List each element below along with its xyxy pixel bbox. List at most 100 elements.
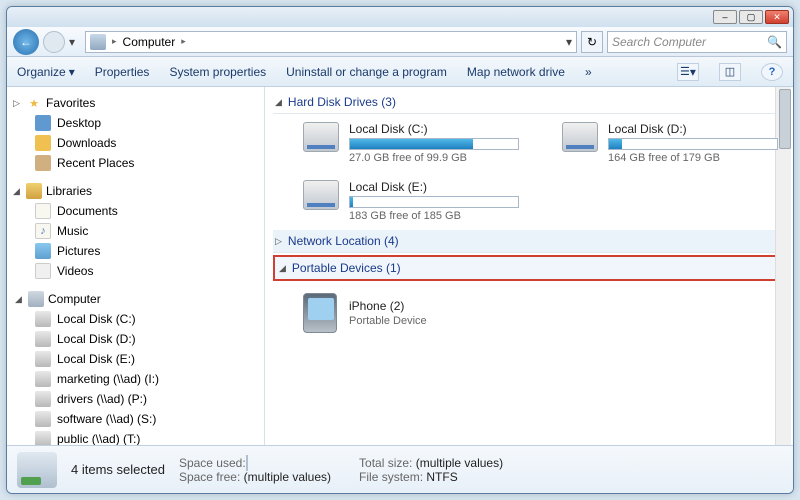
- sidebar-item-drive-i[interactable]: marketing (\\ad) (I:): [7, 369, 264, 389]
- network-drive-icon: [35, 371, 51, 387]
- file-system-label: File system:: [359, 470, 423, 484]
- sidebar-item-pictures[interactable]: Pictures: [7, 241, 264, 261]
- space-free-value: (multiple values): [244, 470, 331, 484]
- sidebar-item-drive-d[interactable]: Local Disk (D:): [7, 329, 264, 349]
- computer-icon: [90, 34, 106, 50]
- properties-button[interactable]: Properties: [95, 65, 150, 79]
- address-bar[interactable]: ▸ Computer ▸ ▾: [85, 31, 577, 53]
- device-name: iPhone (2): [349, 299, 427, 313]
- drive-icon: [562, 122, 598, 152]
- drive-icon: [35, 311, 51, 327]
- network-drive-icon: [35, 391, 51, 407]
- content-pane: ◢ Hard Disk Drives (3) Local Disk (C:) 2…: [265, 87, 793, 445]
- refresh-button[interactable]: ↻: [581, 31, 603, 53]
- group-hard-disk-drives[interactable]: ◢ Hard Disk Drives (3): [273, 91, 785, 114]
- computer-label: Computer: [48, 292, 101, 306]
- nav-history-dropdown[interactable]: ▾: [69, 35, 81, 49]
- minimize-button[interactable]: –: [713, 10, 737, 24]
- refresh-icon: ↻: [587, 35, 597, 49]
- space-used-label: Space used:: [179, 456, 246, 470]
- drive-item-d[interactable]: Local Disk (D:) 164 GB free of 179 GB: [562, 122, 781, 164]
- expand-icon: ▷: [275, 236, 282, 247]
- favorites-group[interactable]: ▷★Favorites: [7, 93, 264, 113]
- libraries-label: Libraries: [46, 184, 92, 198]
- capacity-bar: [349, 196, 519, 208]
- group-portable-devices[interactable]: ◢ Portable Devices (1): [273, 255, 785, 281]
- scrollbar-thumb[interactable]: [779, 89, 791, 149]
- sidebar-item-drive-s[interactable]: software (\\ad) (S:): [7, 409, 264, 429]
- desktop-icon: [35, 115, 51, 131]
- back-button[interactable]: ←: [13, 29, 39, 55]
- collapse-icon: ◢: [15, 294, 24, 305]
- drive-icon: [303, 180, 339, 210]
- space-free-label: Space free:: [179, 470, 240, 484]
- chevron-down-icon: ▾: [690, 65, 696, 79]
- sidebar-item-drive-p[interactable]: drivers (\\ad) (P:): [7, 389, 264, 409]
- sidebar-item-recent[interactable]: Recent Places: [7, 153, 264, 173]
- nav-bar: ← ▾ ▸ Computer ▸ ▾ ↻ Search Computer 🔍: [7, 27, 793, 57]
- drive-icon: [303, 122, 339, 152]
- address-dropdown-icon[interactable]: ▾: [566, 35, 572, 49]
- command-bar: Organize ▾ Properties System properties …: [7, 57, 793, 87]
- drive-item-c[interactable]: Local Disk (C:) 27.0 GB free of 99.9 GB: [303, 122, 522, 164]
- sidebar-item-videos[interactable]: Videos: [7, 261, 264, 281]
- network-drive-icon: [35, 411, 51, 427]
- folder-icon: [35, 155, 51, 171]
- drive-name: Local Disk (C:): [349, 122, 522, 136]
- breadcrumb-sep-icon: ▸: [112, 36, 117, 47]
- breadcrumb-sep-icon[interactable]: ▸: [181, 36, 186, 47]
- details-pane: 4 items selected Space used: Space free:…: [7, 445, 793, 493]
- network-drive-icon: [35, 431, 51, 445]
- drive-name: Local Disk (D:): [608, 122, 781, 136]
- expand-icon: ▷: [13, 98, 22, 109]
- drive-free-text: 27.0 GB free of 99.9 GB: [349, 152, 522, 164]
- sidebar-item-documents[interactable]: Documents: [7, 201, 264, 221]
- favorites-label: Favorites: [46, 96, 95, 110]
- drive-name: Local Disk (E:): [349, 180, 563, 194]
- phone-icon: [303, 293, 337, 333]
- drive-icon: [35, 351, 51, 367]
- total-size-value: (multiple values): [416, 456, 503, 470]
- maximize-button[interactable]: ▢: [739, 10, 763, 24]
- sidebar-item-music[interactable]: ♪Music: [7, 221, 264, 241]
- close-button[interactable]: ✕: [765, 10, 789, 24]
- titlebar: – ▢ ✕: [7, 7, 793, 27]
- preview-pane-button[interactable]: ◫: [719, 63, 741, 81]
- explorer-window: – ▢ ✕ ← ▾ ▸ Computer ▸ ▾ ↻ Search Comput…: [6, 6, 794, 494]
- computer-group[interactable]: ◢ Computer: [11, 289, 260, 309]
- drive-item-e[interactable]: Local Disk (E:) 183 GB free of 185 GB: [303, 180, 563, 222]
- computer-icon: [28, 291, 44, 307]
- breadcrumb-location[interactable]: Computer: [123, 35, 176, 49]
- sidebar-item-desktop[interactable]: Desktop: [7, 113, 264, 133]
- document-icon: [35, 203, 51, 219]
- collapse-icon: ◢: [275, 97, 282, 108]
- videos-icon: [35, 263, 51, 279]
- search-input[interactable]: Search Computer 🔍: [607, 31, 787, 53]
- more-commands-button[interactable]: »: [585, 65, 592, 79]
- system-properties-button[interactable]: System properties: [169, 65, 266, 79]
- help-button[interactable]: ?: [761, 63, 783, 81]
- file-system-value: NTFS: [426, 470, 457, 484]
- drive-free-text: 164 GB free of 179 GB: [608, 152, 781, 164]
- forward-button[interactable]: [43, 31, 65, 53]
- device-type: Portable Device: [349, 315, 427, 327]
- group-label: Network Location (4): [288, 234, 399, 248]
- sidebar-item-drive-t[interactable]: public (\\ad) (T:): [7, 429, 264, 445]
- navigation-pane: ▷★Favorites Desktop Downloads Recent Pla…: [7, 87, 265, 445]
- portable-device-item[interactable]: iPhone (2) Portable Device: [273, 283, 785, 343]
- library-icon: [26, 183, 42, 199]
- map-drive-button[interactable]: Map network drive: [467, 65, 565, 79]
- libraries-group[interactable]: ◢Libraries: [7, 181, 264, 201]
- group-label: Portable Devices (1): [292, 261, 401, 275]
- sidebar-item-downloads[interactable]: Downloads: [7, 133, 264, 153]
- sidebar-item-drive-c[interactable]: Local Disk (C:): [7, 309, 264, 329]
- uninstall-button[interactable]: Uninstall or change a program: [286, 65, 447, 79]
- sidebar-item-drive-e[interactable]: Local Disk (E:): [7, 349, 264, 369]
- drive-free-text: 183 GB free of 185 GB: [349, 210, 563, 222]
- drive-icon: [35, 331, 51, 347]
- group-label: Hard Disk Drives (3): [288, 95, 396, 109]
- view-options-button[interactable]: ☰▾: [677, 63, 699, 81]
- group-network-location[interactable]: ▷ Network Location (4): [273, 230, 785, 253]
- chevron-down-icon: ▾: [69, 65, 75, 79]
- organize-menu[interactable]: Organize ▾: [17, 65, 75, 79]
